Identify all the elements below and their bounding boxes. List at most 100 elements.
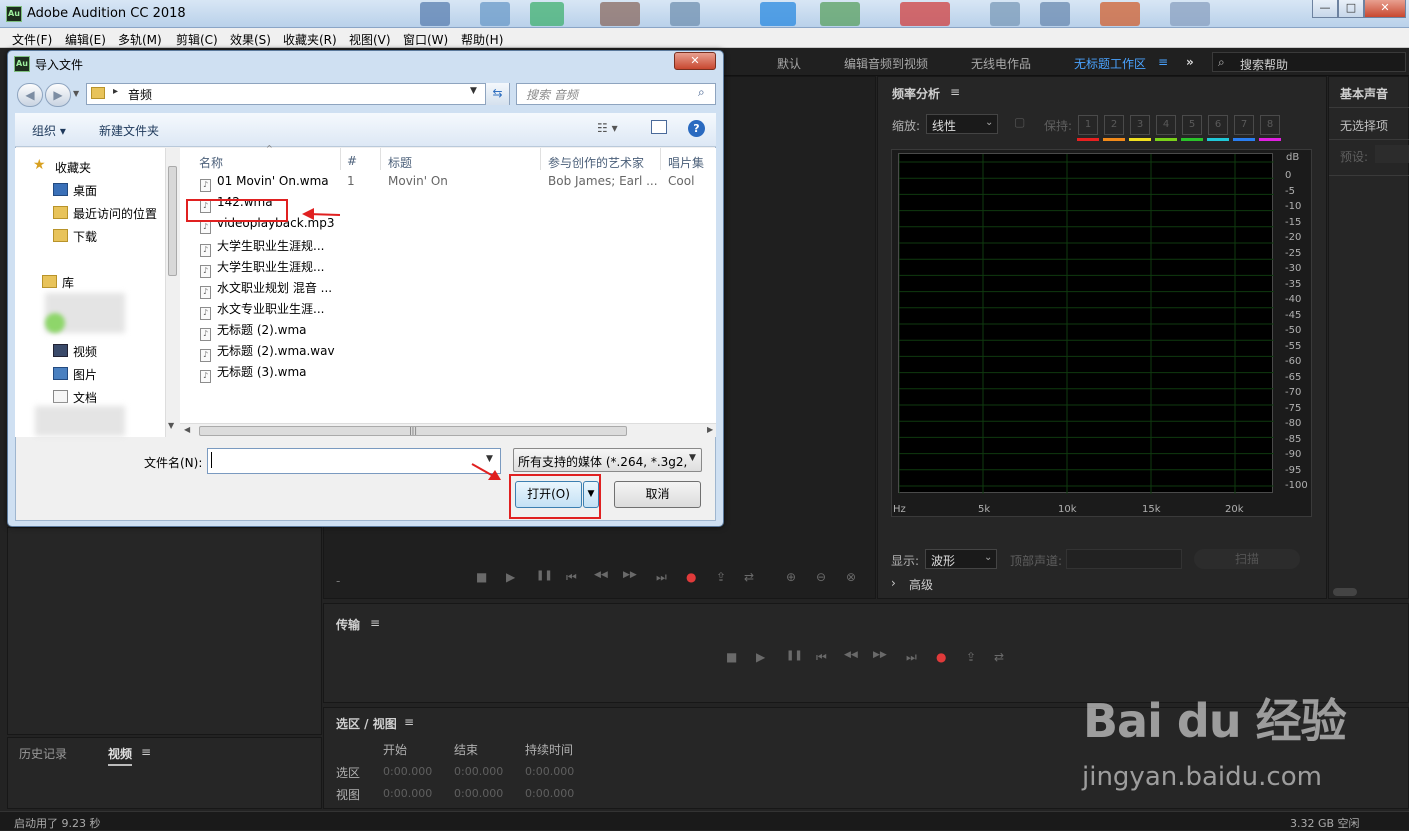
zoom-reset-icon[interactable]: ⊗ [846,570,856,584]
record-icon[interactable]: ● [936,650,946,664]
organize-button[interactable]: 组织 ▾ [32,122,66,139]
nav-desktop[interactable]: 桌面 [73,182,97,199]
file-row[interactable]: ♪ 大学生职业生涯规... [200,237,716,258]
close-button[interactable]: ✕ [1364,0,1406,18]
address-bar[interactable]: ▸ 音频 ▼ ⇆ [86,83,510,105]
workspace-radio-production[interactable]: 无线电作品 [971,55,1031,72]
nav-favorites[interactable]: 收藏夹 [55,159,91,176]
help-icon[interactable]: ? [688,120,705,137]
column-title[interactable]: 标题 [388,154,412,171]
transport-menu-icon[interactable]: ≡ [370,616,380,630]
skip-back-icon[interactable]: ⏮ [816,650,827,665]
file-row[interactable]: ♪ 水文专业职业生涯... [200,300,716,321]
file-row[interactable]: ♪ 水文职业规划 混音 ... [200,279,716,300]
play-icon[interactable]: ▶ [506,570,515,584]
pause-icon[interactable]: ❚❚ [786,650,803,661]
minimize-button[interactable]: — [1312,0,1338,18]
view-start[interactable]: 0:00.000 [383,787,432,800]
scroll-down-icon[interactable]: ▼ [168,421,174,430]
menu-effects[interactable]: 效果(S) [230,31,271,48]
nav-scrollbar-thumb[interactable] [168,166,177,276]
loop-icon[interactable]: ⇪ [966,650,976,664]
chevron-right-icon[interactable]: › [891,576,896,590]
zoom-select[interactable]: 线性 ⌄ [926,114,998,134]
view-duration[interactable]: 0:00.000 [525,787,574,800]
dialog-close-button[interactable]: ✕ [674,52,716,70]
nav-documents[interactable]: 文档 [73,389,97,406]
display-select[interactable]: 波形 ⌄ [925,549,997,569]
workspace-default[interactable]: 默认 [777,55,801,72]
scrollbar-thumb[interactable] [1333,588,1357,596]
fast-forward-icon[interactable]: ▶▶ [623,570,637,580]
refresh-icon[interactable]: ⇆ [485,83,509,105]
scan-button[interactable]: 扫描 [1194,549,1300,569]
hold-slot-7[interactable]: 7 [1234,115,1254,135]
hold-slot-6[interactable]: 6 [1208,115,1228,135]
workspace-untitled[interactable]: 无标题工作区 [1074,55,1146,72]
help-search-input[interactable]: ⌕ 搜索帮助 [1212,52,1406,72]
horizontal-scrollbar[interactable]: ◀ ||| ▶ [180,423,716,437]
file-row[interactable]: ♪ 无标题 (3).wma [200,363,716,384]
nav-recent-places[interactable]: 最近访问的位置 [73,205,157,222]
maximize-button[interactable]: □ [1338,0,1364,18]
menu-multitrack[interactable]: 多轨(M) [118,31,162,48]
view-mode-icon[interactable]: ☷ ▾ [597,121,618,135]
advanced-section-label[interactable]: 高级 [909,576,933,593]
column-album[interactable]: 唱片集 [668,154,704,171]
stop-icon[interactable]: ■ [476,570,487,584]
skip-forward-icon[interactable]: ⏭ [906,650,917,665]
workspace-menu-icon[interactable]: ≡ [1158,55,1168,69]
filename-input[interactable]: ▼ [207,448,501,474]
cancel-button[interactable]: 取消 [614,481,701,508]
file-row[interactable]: ♪ 大学生职业生涯规... [200,258,716,279]
frequency-panel-menu-icon[interactable]: ≡ [950,85,960,99]
file-row[interactable]: ♪ 01 Movin' On.wma 1 Movin' On Bob James; Ea… [200,174,716,195]
hold-slot-4[interactable]: 4 [1156,115,1176,135]
skip-selection-icon[interactable]: ⇄ [744,570,754,584]
preset-select[interactable] [1375,145,1409,163]
hold-slot-8[interactable]: 8 [1260,115,1280,135]
file-type-dropdown-icon[interactable]: ▼ [689,453,696,463]
play-icon[interactable]: ▶ [756,650,765,664]
nav-videos[interactable]: 视频 [73,343,97,360]
skip-forward-icon[interactable]: ⏭ [656,570,667,585]
workspace-overflow-icon[interactable]: » [1186,55,1194,69]
tab-video[interactable]: 视频 [108,745,133,766]
breadcrumb-folder[interactable]: 音频 [128,86,152,103]
scroll-right-icon[interactable]: ▶ [707,425,713,434]
scroll-left-icon[interactable]: ◀ [184,425,190,434]
record-icon[interactable]: ● [686,570,696,584]
rewind-icon[interactable]: ◀◀ [844,650,858,660]
tab-history[interactable]: 历史记录 [19,745,67,762]
selection-duration[interactable]: 0:00.000 [525,765,574,778]
new-folder-button[interactable]: 新建文件夹 [99,122,159,139]
hold-slot-5[interactable]: 5 [1182,115,1202,135]
address-dropdown-icon[interactable]: ▼ [470,86,477,96]
skip-selection-icon[interactable]: ⇄ [994,650,1004,664]
skip-back-icon[interactable]: ⏮ [566,570,577,585]
rewind-icon[interactable]: ◀◀ [594,570,608,580]
zoom-out-amplitude-icon[interactable]: ⊖ [816,570,826,584]
recent-locations-chevron-icon[interactable]: ▼ [73,89,79,98]
fast-forward-icon[interactable]: ▶▶ [873,650,887,660]
file-row[interactable]: ♪ 无标题 (2).wma [200,321,716,342]
menu-favorites[interactable]: 收藏夹(R) [283,31,337,48]
video-panel-menu-icon[interactable]: ≡ [141,745,151,759]
forward-button[interactable]: ▶ [45,83,71,107]
back-button[interactable]: ◀ [17,83,43,107]
menu-clip[interactable]: 剪辑(C) [176,31,218,48]
nav-pictures[interactable]: 图片 [73,366,97,383]
menu-edit[interactable]: 编辑(E) [65,31,106,48]
column-name[interactable]: 名称 [199,154,223,171]
file-type-select[interactable]: 所有支持的媒体 (*.264, *.3g2, ▼ [513,448,702,472]
stop-icon[interactable]: ■ [726,650,737,664]
workspace-edit-audio-to-video[interactable]: 编辑音频到视频 [844,55,928,72]
file-row[interactable]: ♪ 无标题 (2).wma.wav [200,342,716,363]
menu-file[interactable]: 文件(F) [12,31,52,48]
selection-start[interactable]: 0:00.000 [383,765,432,778]
preview-pane-icon[interactable] [651,120,667,134]
pause-icon[interactable]: ❚❚ [536,570,553,581]
nav-library[interactable]: 库 [62,274,74,291]
selection-view-menu-icon[interactable]: ≡ [404,715,414,729]
nav-scrollbar[interactable]: ▼ [165,148,179,437]
